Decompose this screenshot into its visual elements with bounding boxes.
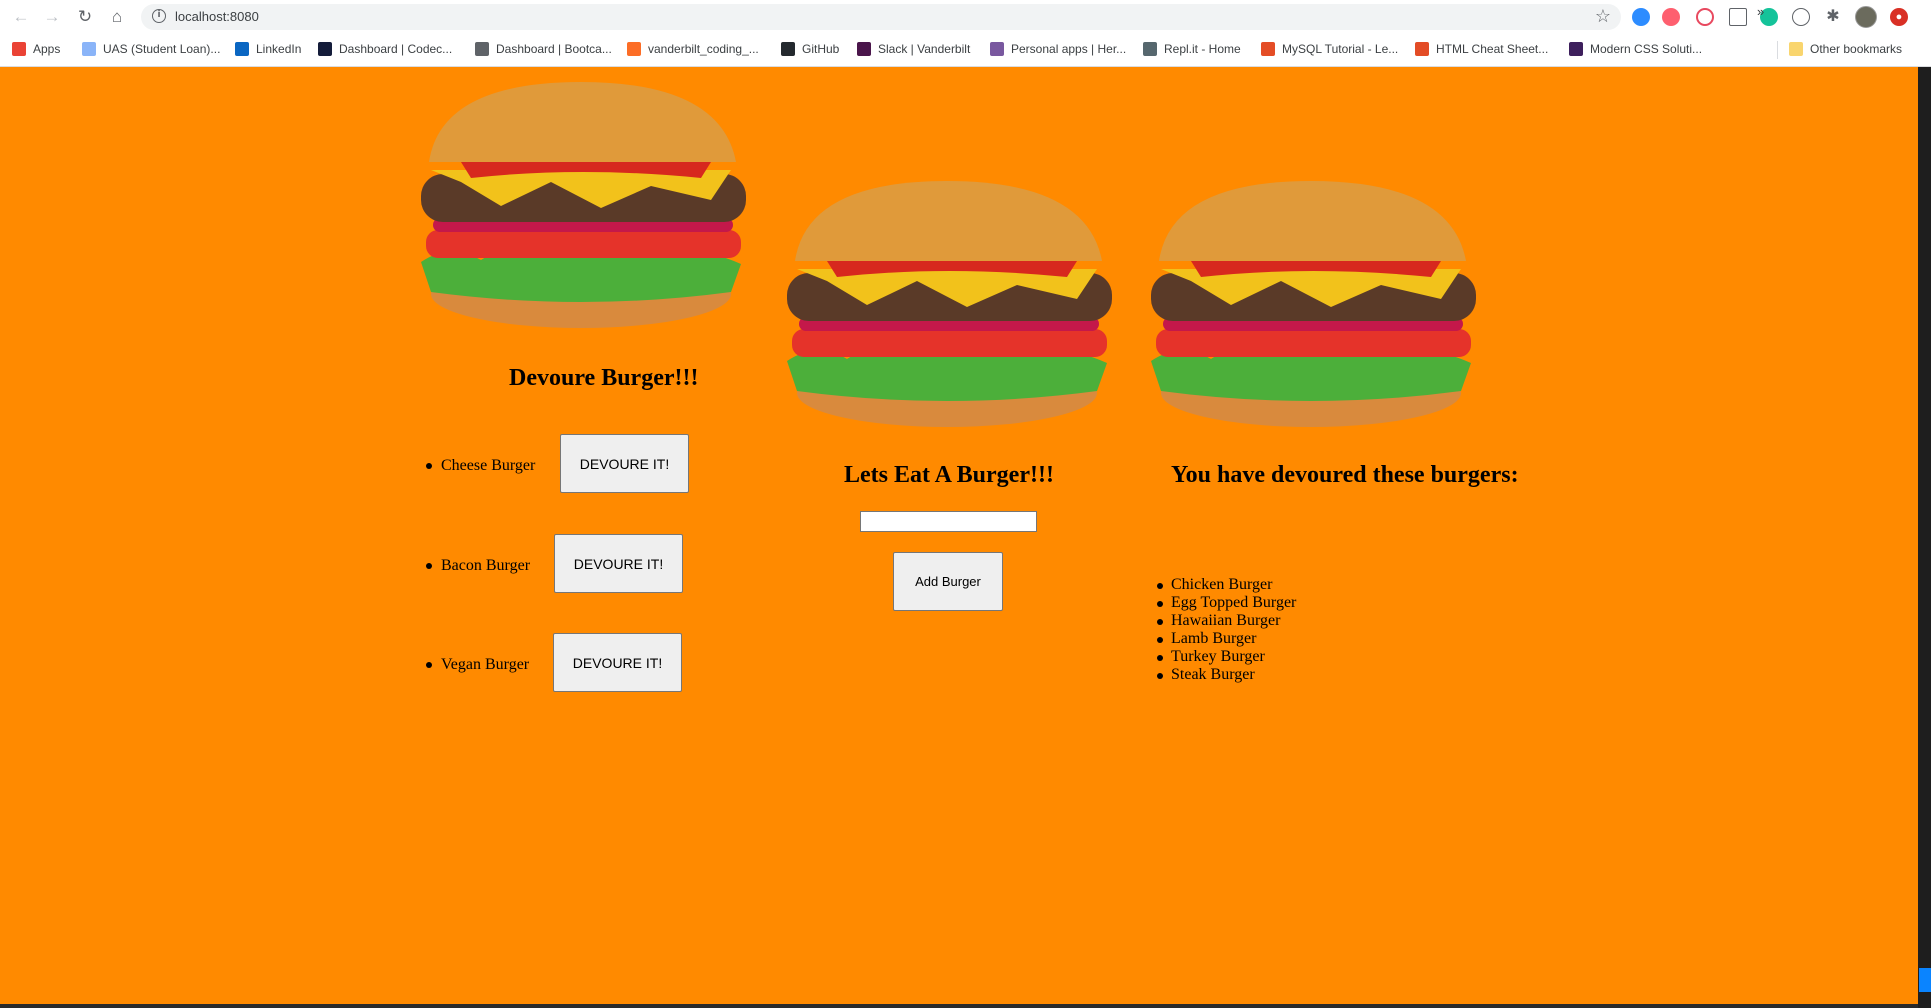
bookmark-2[interactable]: UAS (Student Loan)... xyxy=(82,40,220,58)
address-bar[interactable]: i localhost:8080 ☆ xyxy=(141,4,1621,30)
apps-grid-icon xyxy=(12,42,26,56)
profile-avatar[interactable] xyxy=(1855,6,1877,28)
bookmark-label: UAS (Student Loan)... xyxy=(103,42,221,56)
other-bookmarks-label: Other bookmarks xyxy=(1810,42,1903,56)
burger-image-1 xyxy=(421,82,746,328)
list-bullet xyxy=(426,563,432,569)
burger-name: Vegan Burger xyxy=(441,656,530,673)
scrollbar-track[interactable] xyxy=(1918,67,1931,1008)
bookmark-10[interactable]: Repl.it - Home xyxy=(1143,40,1241,58)
bookmark-6[interactable]: vanderbilt_coding_... xyxy=(627,40,759,58)
bookmark-12[interactable]: HTML Cheat Sheet... xyxy=(1415,40,1548,58)
lastpass-extension-icon[interactable] xyxy=(1696,8,1714,26)
alert-extension-icon[interactable]: ● xyxy=(1890,8,1908,26)
bookmark-11[interactable]: MySQL Tutorial - Le... xyxy=(1261,40,1398,58)
back-button[interactable]: ← xyxy=(9,5,33,29)
bookmark-label: Modern CSS Soluti... xyxy=(1590,42,1703,56)
bookmark-label: Personal apps | Her... xyxy=(1011,42,1127,56)
bookmark-label: Dashboard | Codec... xyxy=(339,42,453,56)
devoured-list-item: Chicken Burger xyxy=(1157,576,1296,594)
devoured-list-item: Lamb Burger xyxy=(1157,630,1296,648)
bookmark-label: GitHub xyxy=(802,42,840,56)
burger-name: Bacon Burger xyxy=(441,557,531,574)
more-bookmarks-chevron-icon[interactable]: » xyxy=(1757,4,1764,19)
slack-icon xyxy=(857,42,871,56)
arrow-left-icon: ← xyxy=(12,7,30,26)
home-button[interactable]: ⌂ xyxy=(105,5,129,29)
clipboard-extension-icon[interactable] xyxy=(1729,8,1747,26)
bookmark-label: Dashboard | Bootca... xyxy=(496,42,612,56)
bookmark-label: Slack | Vanderbilt xyxy=(878,42,971,56)
devoured-heading: You have devoured these burgers: xyxy=(1171,462,1519,488)
arrow-right-icon: → xyxy=(43,7,61,26)
list-bullet xyxy=(426,662,432,668)
bookmark-5[interactable]: Dashboard | Bootca... xyxy=(475,40,612,58)
bookmark-9[interactable]: Personal apps | Her... xyxy=(990,40,1126,58)
css-solutions-icon xyxy=(1569,42,1583,56)
browser-chrome: ← → ↻ ⌂ i localhost:8080 ☆ ✱ ● Apps UAS (… xyxy=(0,0,1931,67)
bookmarks-bar: Apps UAS (Student Loan)... LinkedIn Dashboa… xyxy=(0,36,1931,62)
bookmark-label: MySQL Tutorial - Le... xyxy=(1282,42,1399,56)
forward-button[interactable]: → xyxy=(40,5,64,29)
reload-button[interactable]: ↻ xyxy=(73,5,97,29)
devoured-list-item: Turkey Burger xyxy=(1157,648,1296,666)
puzzle-extensions-icon[interactable]: ✱ xyxy=(1824,8,1842,26)
other-bookmarks[interactable]: Other bookmarks xyxy=(1789,40,1902,58)
bootcamp-icon xyxy=(475,42,489,56)
browser-toolbar: ← → ↻ ⌂ i localhost:8080 ☆ ✱ ● xyxy=(0,0,1931,34)
devoured-list-item: Hawaiian Burger xyxy=(1157,612,1296,630)
bookmarks-divider xyxy=(1777,41,1778,59)
bookmark-8[interactable]: Slack | Vanderbilt xyxy=(857,40,970,58)
bookmark-label: vanderbilt_coding_... xyxy=(648,42,759,56)
html-icon xyxy=(1415,42,1429,56)
extension-icon[interactable] xyxy=(1792,8,1810,26)
address-url[interactable]: localhost:8080 xyxy=(175,9,259,24)
bookmark-3[interactable]: LinkedIn xyxy=(235,40,301,58)
devour-button-bacon-burger[interactable]: DEVOURE IT! xyxy=(554,534,683,593)
w3schools-icon xyxy=(1261,42,1275,56)
folder-icon xyxy=(1789,42,1803,56)
burger-image-3 xyxy=(1151,181,1476,427)
burger-image-2 xyxy=(787,181,1112,427)
gitlab-icon xyxy=(627,42,641,56)
replit-icon xyxy=(1143,42,1157,56)
devoured-list-item: Steak Burger xyxy=(1157,666,1296,684)
bookmark-1[interactable]: Apps xyxy=(12,40,60,58)
bookmark-label: LinkedIn xyxy=(256,42,302,56)
add-burger-button[interactable]: Add Burger xyxy=(893,552,1003,611)
page-icon xyxy=(82,42,96,56)
devour-heading: Devoure Burger!!! xyxy=(509,365,699,391)
burger-name: Cheese Burger xyxy=(441,457,536,474)
scrollbar-thumb[interactable] xyxy=(1919,968,1931,992)
devour-button-vegan-burger[interactable]: DEVOURE IT! xyxy=(553,633,682,692)
burger-name-input[interactable] xyxy=(860,511,1037,532)
screencast-extension-icon[interactable] xyxy=(1662,8,1680,26)
bookmark-label: Apps xyxy=(33,42,61,56)
reload-icon: ↻ xyxy=(77,7,93,26)
site-info-icon[interactable]: i xyxy=(152,9,166,23)
bookmark-star-icon[interactable]: ☆ xyxy=(1595,6,1611,27)
devoured-list-item: Egg Topped Burger xyxy=(1157,594,1296,612)
add-burger-heading: Lets Eat A Burger!!! xyxy=(844,462,1054,488)
list-bullet xyxy=(426,463,432,469)
bookmark-label: Repl.it - Home xyxy=(1164,42,1241,56)
codecademy-icon xyxy=(318,42,332,56)
bookmark-13[interactable]: Modern CSS Soluti... xyxy=(1569,40,1702,58)
bookmark-label: HTML Cheat Sheet... xyxy=(1436,42,1549,56)
window-bottom-edge xyxy=(0,1004,1918,1008)
github-icon xyxy=(781,42,795,56)
devoured-list: Chicken Burger Egg Topped Burger Hawaiia… xyxy=(1157,576,1296,684)
home-icon: ⌂ xyxy=(111,7,123,26)
zoom-extension-icon[interactable] xyxy=(1632,8,1650,26)
linkedin-icon xyxy=(235,42,249,56)
devour-button-cheese-burger[interactable]: DEVOURE IT! xyxy=(560,434,689,493)
bookmark-7[interactable]: GitHub xyxy=(781,40,839,58)
bookmark-4[interactable]: Dashboard | Codec... xyxy=(318,40,452,58)
page-body: Devoure Burger!!! Cheese Burger DEVOURE … xyxy=(0,67,1918,1004)
heroku-icon xyxy=(990,42,1004,56)
